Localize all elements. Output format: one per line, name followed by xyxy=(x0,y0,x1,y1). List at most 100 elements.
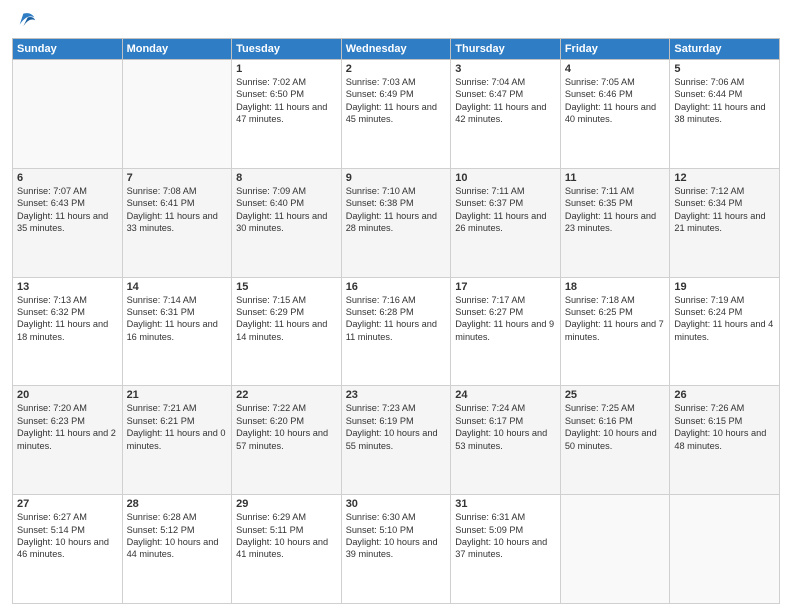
day-cell xyxy=(560,495,670,604)
weekday-header-monday: Monday xyxy=(122,39,232,60)
day-cell-info: Sunrise: 7:22 AM Sunset: 6:20 PM Dayligh… xyxy=(236,402,337,452)
day-cell: 8Sunrise: 7:09 AM Sunset: 6:40 PM Daylig… xyxy=(232,168,342,277)
day-cell: 12Sunrise: 7:12 AM Sunset: 6:34 PM Dayli… xyxy=(670,168,780,277)
day-cell: 24Sunrise: 7:24 AM Sunset: 6:17 PM Dayli… xyxy=(451,386,561,495)
weekday-header-saturday: Saturday xyxy=(670,39,780,60)
day-cell xyxy=(670,495,780,604)
day-cell xyxy=(13,60,123,169)
day-number: 22 xyxy=(236,389,337,401)
day-cell-info: Sunrise: 7:21 AM Sunset: 6:21 PM Dayligh… xyxy=(127,402,228,452)
day-cell-info: Sunrise: 6:29 AM Sunset: 5:11 PM Dayligh… xyxy=(236,511,337,561)
day-cell: 18Sunrise: 7:18 AM Sunset: 6:25 PM Dayli… xyxy=(560,277,670,386)
day-cell: 21Sunrise: 7:21 AM Sunset: 6:21 PM Dayli… xyxy=(122,386,232,495)
day-cell: 13Sunrise: 7:13 AM Sunset: 6:32 PM Dayli… xyxy=(13,277,123,386)
day-cell-info: Sunrise: 7:13 AM Sunset: 6:32 PM Dayligh… xyxy=(17,294,118,344)
day-cell-info: Sunrise: 6:28 AM Sunset: 5:12 PM Dayligh… xyxy=(127,511,228,561)
day-number: 25 xyxy=(565,389,666,401)
day-number: 21 xyxy=(127,389,228,401)
day-cell-info: Sunrise: 7:16 AM Sunset: 6:28 PM Dayligh… xyxy=(346,294,447,344)
day-cell: 9Sunrise: 7:10 AM Sunset: 6:38 PM Daylig… xyxy=(341,168,451,277)
day-cell: 28Sunrise: 6:28 AM Sunset: 5:12 PM Dayli… xyxy=(122,495,232,604)
day-cell-info: Sunrise: 7:18 AM Sunset: 6:25 PM Dayligh… xyxy=(565,294,666,344)
page: SundayMondayTuesdayWednesdayThursdayFrid… xyxy=(0,0,792,612)
day-cell: 14Sunrise: 7:14 AM Sunset: 6:31 PM Dayli… xyxy=(122,277,232,386)
day-number: 30 xyxy=(346,498,447,510)
day-cell-info: Sunrise: 6:30 AM Sunset: 5:10 PM Dayligh… xyxy=(346,511,447,561)
day-cell-info: Sunrise: 7:03 AM Sunset: 6:49 PM Dayligh… xyxy=(346,76,447,126)
day-number: 8 xyxy=(236,172,337,184)
day-cell-info: Sunrise: 6:27 AM Sunset: 5:14 PM Dayligh… xyxy=(17,511,118,561)
weekday-header-sunday: Sunday xyxy=(13,39,123,60)
header xyxy=(12,10,780,32)
day-number: 13 xyxy=(17,281,118,293)
day-cell-info: Sunrise: 7:24 AM Sunset: 6:17 PM Dayligh… xyxy=(455,402,556,452)
day-number: 18 xyxy=(565,281,666,293)
day-cell: 2Sunrise: 7:03 AM Sunset: 6:49 PM Daylig… xyxy=(341,60,451,169)
day-number: 4 xyxy=(565,63,666,75)
logo xyxy=(12,10,38,32)
day-cell: 22Sunrise: 7:22 AM Sunset: 6:20 PM Dayli… xyxy=(232,386,342,495)
week-row-4: 20Sunrise: 7:20 AM Sunset: 6:23 PM Dayli… xyxy=(13,386,780,495)
day-cell: 26Sunrise: 7:26 AM Sunset: 6:15 PM Dayli… xyxy=(670,386,780,495)
day-number: 3 xyxy=(455,63,556,75)
day-cell xyxy=(122,60,232,169)
day-cell: 3Sunrise: 7:04 AM Sunset: 6:47 PM Daylig… xyxy=(451,60,561,169)
day-cell-info: Sunrise: 7:02 AM Sunset: 6:50 PM Dayligh… xyxy=(236,76,337,126)
day-cell-info: Sunrise: 7:08 AM Sunset: 6:41 PM Dayligh… xyxy=(127,185,228,235)
day-number: 15 xyxy=(236,281,337,293)
day-cell: 16Sunrise: 7:16 AM Sunset: 6:28 PM Dayli… xyxy=(341,277,451,386)
week-row-3: 13Sunrise: 7:13 AM Sunset: 6:32 PM Dayli… xyxy=(13,277,780,386)
week-row-2: 6Sunrise: 7:07 AM Sunset: 6:43 PM Daylig… xyxy=(13,168,780,277)
day-cell: 31Sunrise: 6:31 AM Sunset: 5:09 PM Dayli… xyxy=(451,495,561,604)
day-cell-info: Sunrise: 7:11 AM Sunset: 6:35 PM Dayligh… xyxy=(565,185,666,235)
day-cell: 15Sunrise: 7:15 AM Sunset: 6:29 PM Dayli… xyxy=(232,277,342,386)
day-cell-info: Sunrise: 7:12 AM Sunset: 6:34 PM Dayligh… xyxy=(674,185,775,235)
day-number: 10 xyxy=(455,172,556,184)
day-cell: 7Sunrise: 7:08 AM Sunset: 6:41 PM Daylig… xyxy=(122,168,232,277)
day-cell-info: Sunrise: 7:09 AM Sunset: 6:40 PM Dayligh… xyxy=(236,185,337,235)
day-cell: 29Sunrise: 6:29 AM Sunset: 5:11 PM Dayli… xyxy=(232,495,342,604)
day-cell: 11Sunrise: 7:11 AM Sunset: 6:35 PM Dayli… xyxy=(560,168,670,277)
day-cell: 4Sunrise: 7:05 AM Sunset: 6:46 PM Daylig… xyxy=(560,60,670,169)
day-number: 11 xyxy=(565,172,666,184)
weekday-header-tuesday: Tuesday xyxy=(232,39,342,60)
day-cell: 30Sunrise: 6:30 AM Sunset: 5:10 PM Dayli… xyxy=(341,495,451,604)
day-cell-info: Sunrise: 6:31 AM Sunset: 5:09 PM Dayligh… xyxy=(455,511,556,561)
day-number: 14 xyxy=(127,281,228,293)
day-cell: 1Sunrise: 7:02 AM Sunset: 6:50 PM Daylig… xyxy=(232,60,342,169)
day-cell-info: Sunrise: 7:14 AM Sunset: 6:31 PM Dayligh… xyxy=(127,294,228,344)
day-cell-info: Sunrise: 7:17 AM Sunset: 6:27 PM Dayligh… xyxy=(455,294,556,344)
weekday-header-friday: Friday xyxy=(560,39,670,60)
day-cell: 20Sunrise: 7:20 AM Sunset: 6:23 PM Dayli… xyxy=(13,386,123,495)
day-cell-info: Sunrise: 7:20 AM Sunset: 6:23 PM Dayligh… xyxy=(17,402,118,452)
day-number: 19 xyxy=(674,281,775,293)
day-cell-info: Sunrise: 7:19 AM Sunset: 6:24 PM Dayligh… xyxy=(674,294,775,344)
day-cell-info: Sunrise: 7:07 AM Sunset: 6:43 PM Dayligh… xyxy=(17,185,118,235)
calendar-table: SundayMondayTuesdayWednesdayThursdayFrid… xyxy=(12,38,780,604)
day-number: 24 xyxy=(455,389,556,401)
day-number: 20 xyxy=(17,389,118,401)
day-cell-info: Sunrise: 7:10 AM Sunset: 6:38 PM Dayligh… xyxy=(346,185,447,235)
day-cell: 27Sunrise: 6:27 AM Sunset: 5:14 PM Dayli… xyxy=(13,495,123,604)
day-cell-info: Sunrise: 7:25 AM Sunset: 6:16 PM Dayligh… xyxy=(565,402,666,452)
day-number: 6 xyxy=(17,172,118,184)
day-cell-info: Sunrise: 7:04 AM Sunset: 6:47 PM Dayligh… xyxy=(455,76,556,126)
day-cell: 17Sunrise: 7:17 AM Sunset: 6:27 PM Dayli… xyxy=(451,277,561,386)
weekday-header-thursday: Thursday xyxy=(451,39,561,60)
day-number: 31 xyxy=(455,498,556,510)
day-number: 26 xyxy=(674,389,775,401)
day-number: 23 xyxy=(346,389,447,401)
day-cell-info: Sunrise: 7:11 AM Sunset: 6:37 PM Dayligh… xyxy=(455,185,556,235)
day-number: 29 xyxy=(236,498,337,510)
weekday-header-wednesday: Wednesday xyxy=(341,39,451,60)
day-number: 5 xyxy=(674,63,775,75)
day-cell-info: Sunrise: 7:23 AM Sunset: 6:19 PM Dayligh… xyxy=(346,402,447,452)
day-cell-info: Sunrise: 7:26 AM Sunset: 6:15 PM Dayligh… xyxy=(674,402,775,452)
week-row-5: 27Sunrise: 6:27 AM Sunset: 5:14 PM Dayli… xyxy=(13,495,780,604)
day-cell: 5Sunrise: 7:06 AM Sunset: 6:44 PM Daylig… xyxy=(670,60,780,169)
day-cell: 25Sunrise: 7:25 AM Sunset: 6:16 PM Dayli… xyxy=(560,386,670,495)
day-number: 12 xyxy=(674,172,775,184)
day-cell-info: Sunrise: 7:06 AM Sunset: 6:44 PM Dayligh… xyxy=(674,76,775,126)
day-number: 2 xyxy=(346,63,447,75)
day-number: 7 xyxy=(127,172,228,184)
